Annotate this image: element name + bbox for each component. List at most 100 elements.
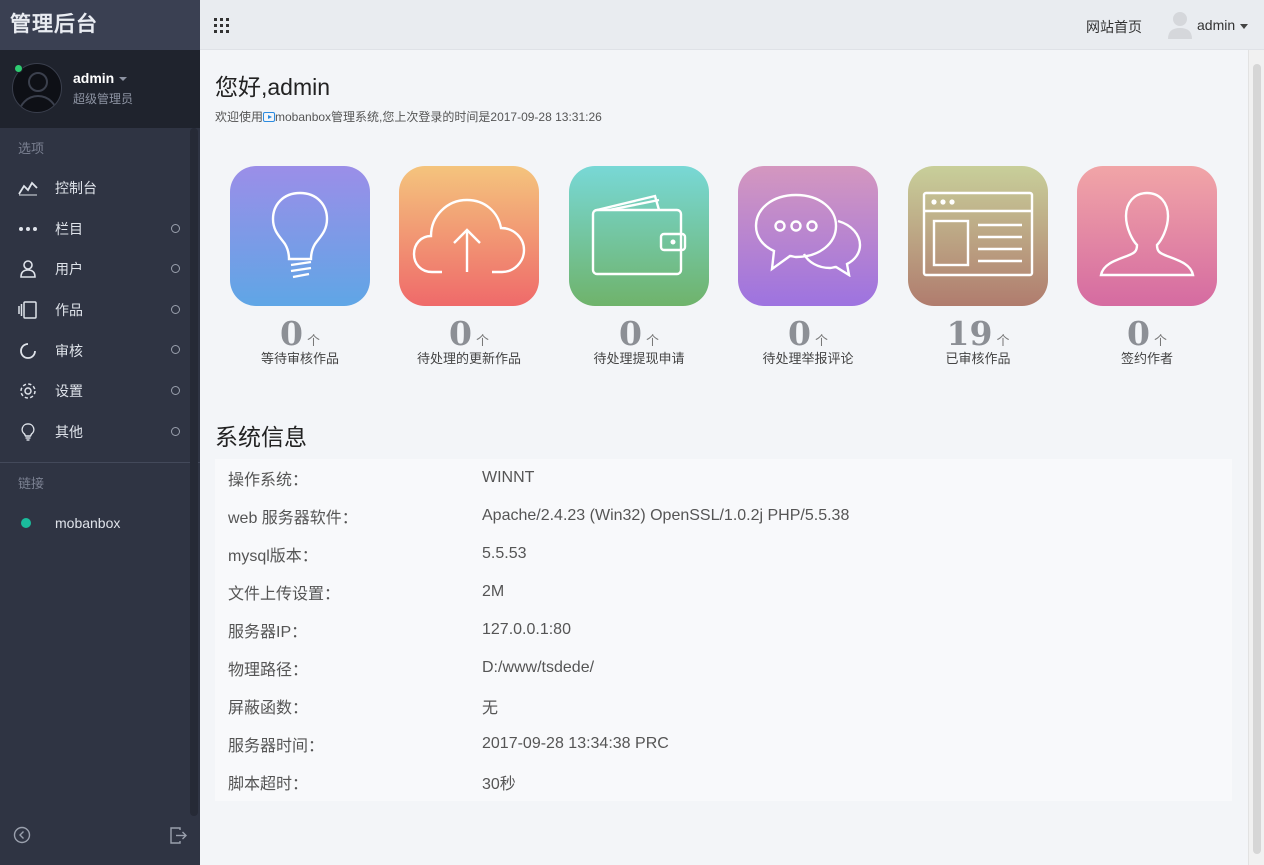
online-status-icon (14, 64, 23, 73)
chat-icon (752, 191, 864, 282)
system-info-table: 操作系统： WINNT web 服务器软件： Apache/2.4.23 (Win3… (215, 459, 1232, 801)
sidebar-item-label: 其他 (55, 423, 83, 440)
tile-unit: 个 (1153, 333, 1167, 348)
tile-box[interactable] (399, 166, 539, 306)
sidebar-item-settings[interactable]: 设置 (0, 371, 200, 412)
circle-icon (171, 385, 180, 395)
page-scrollbar[interactable] (1248, 50, 1264, 865)
info-value: 2M (482, 583, 505, 600)
chevron-down-icon (1240, 23, 1249, 29)
sidebar-link-mobanbox[interactable]: mobanbox (0, 503, 200, 543)
trend-icon (18, 178, 38, 198)
table-row: 文件上传设置： 2M (215, 573, 1232, 611)
stat-tile-pending-review[interactable]: 0个 等待审核作品 (230, 166, 370, 367)
sidebar-item-label: 审核 (55, 342, 83, 359)
table-row: web 服务器软件： Apache/2.4.23 (Win32) OpenSSL/… (215, 497, 1232, 535)
info-value: 5.5.53 (482, 545, 527, 562)
sidebar-user-name[interactable]: admin (73, 70, 128, 86)
info-value: WINNT (482, 469, 535, 486)
bulb-icon (18, 422, 38, 442)
info-key: 屏蔽函数： (228, 700, 309, 717)
info-key: mysql版本： (228, 548, 318, 565)
circle-icon (171, 426, 180, 436)
loading-icon (18, 341, 38, 361)
info-key: web 服务器软件： (228, 510, 358, 527)
sidebar-scrollbar[interactable] (190, 128, 198, 816)
sidebar-user-role: 超级管理员 (73, 92, 134, 106)
sidebar-item-label: 控制台 (55, 180, 97, 197)
tile-label: 等待审核作品 (260, 351, 339, 366)
site-home-link[interactable]: 网站首页 (1086, 17, 1142, 37)
sidebar-item-dashboard[interactable]: 控制台 (0, 168, 200, 209)
stat-tile-pending-updates[interactable]: 0个 待处理的更新作品 (399, 166, 539, 367)
sidebar-item-review[interactable]: 审核 (0, 330, 200, 371)
header-user-menu[interactable]: admin (1197, 17, 1249, 33)
person-icon (1097, 189, 1197, 284)
info-value: 127.0.0.1:80 (482, 621, 571, 638)
circle-icon (171, 345, 180, 355)
stat-tile-reviewed[interactable]: 19 个 已审核作品 (908, 166, 1048, 367)
main-content: 您好,admin 欢迎使用 mobanbox管理系统,您上次登录的时间是2017-… (200, 50, 1248, 865)
sidebar-item-columns[interactable]: 栏目 (0, 209, 200, 250)
info-value: D:/www/tsdede/ (482, 659, 595, 676)
tile-box[interactable] (908, 166, 1048, 306)
sidebar: 管理后台 admin 超级管理员 选项 控制台 栏目 用户 作品 审核 设置 其… (0, 0, 200, 865)
info-key: 操作系统： (228, 472, 309, 489)
tile-unit: 个 (306, 333, 320, 348)
info-key: 服务器IP： (228, 624, 308, 641)
info-key: 脚本超时： (228, 776, 309, 793)
tile-box[interactable] (738, 166, 878, 306)
sidebar-item-works[interactable]: 作品 (0, 290, 200, 331)
user-icon (18, 259, 38, 279)
tablet-icon (18, 300, 38, 320)
tile-unit: 个 (645, 333, 659, 348)
table-row: 屏蔽函数： 无 (215, 687, 1232, 725)
table-row: 服务器时间： 2017-09-28 13:34:38 PRC (215, 725, 1232, 763)
section-title-links: 链接 (18, 476, 45, 492)
section-title-options: 选项 (18, 141, 45, 156)
scrollbar-thumb[interactable] (1253, 64, 1261, 854)
collapse-sidebar-icon[interactable] (13, 826, 31, 849)
table-row: 操作系统： WINNT (215, 459, 1232, 497)
chevron-down-icon (119, 77, 128, 82)
info-key: 物理路径： (228, 662, 309, 679)
sidebar-item-label: 栏目 (55, 220, 83, 237)
gear-icon (18, 381, 38, 401)
tile-box[interactable] (569, 166, 709, 306)
info-value: 无 (482, 700, 499, 717)
table-row: 脚本超时： 30秒 (215, 763, 1232, 801)
tile-unit: 个 (996, 333, 1010, 348)
wallet-icon (589, 192, 689, 281)
tile-unit: 个 (475, 333, 489, 348)
circle-icon (171, 304, 180, 314)
bulb-icon (265, 189, 335, 284)
tile-box[interactable] (1077, 166, 1217, 306)
ellipsis-icon (18, 219, 38, 239)
info-key: 服务器时间： (228, 738, 325, 755)
dot-icon (21, 518, 31, 529)
sidebar-user-panel: admin 超级管理员 (0, 50, 200, 128)
sidebar-item-users[interactable]: 用户 (0, 249, 200, 290)
stat-tile-withdrawals[interactable]: 0个 待处理提现申请 (569, 166, 709, 367)
browser-window-icon (922, 191, 1034, 282)
circle-icon (171, 223, 180, 233)
app-grid-icon[interactable] (214, 18, 229, 33)
stat-tile-authors[interactable]: 0个 签约作者 (1077, 166, 1217, 367)
header-avatar-icon[interactable] (1168, 11, 1192, 39)
page-title: 您好,admin (215, 74, 331, 100)
brand-title: 管理后台 (0, 0, 200, 50)
table-row: 物理路径： D:/www/tsdede/ (215, 649, 1232, 687)
stat-tile-reports[interactable]: 0个 待处理举报评论 (738, 166, 878, 367)
logout-icon[interactable] (170, 827, 187, 849)
info-key: 文件上传设置： (228, 586, 341, 603)
info-value: Apache/2.4.23 (Win32) OpenSSL/1.0.2j PHP… (482, 507, 850, 524)
table-row: 服务器IP： 127.0.0.1:80 (215, 611, 1232, 649)
circle-icon (171, 264, 180, 274)
sidebar-item-label: 作品 (55, 302, 83, 319)
cloud-upload-icon (412, 194, 526, 279)
sidebar-link-label: mobanbox (55, 515, 121, 532)
info-value: 2017-09-28 13:34:38 PRC (482, 735, 669, 752)
tile-box[interactable] (230, 166, 370, 306)
tile-label: 签约作者 (1120, 351, 1173, 366)
sidebar-item-other[interactable]: 其他 (0, 412, 200, 453)
